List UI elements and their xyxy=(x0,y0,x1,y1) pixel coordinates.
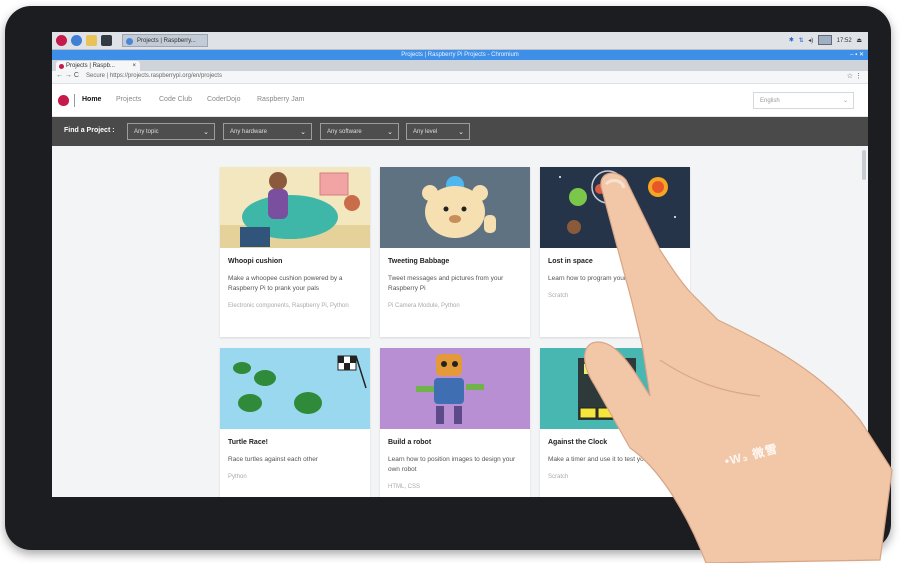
project-title[interactable]: Turtle Race! xyxy=(220,429,370,446)
project-tags: Scratch xyxy=(548,474,569,480)
project-title[interactable]: Against the Clock xyxy=(540,429,690,446)
project-image xyxy=(220,348,370,429)
project-title[interactable]: Build a robot xyxy=(380,429,530,446)
project-description: Make a timer and use it to test your fri… xyxy=(548,456,671,463)
url-field[interactable]: Secure | https://projects.raspberrypi.or… xyxy=(86,73,222,79)
screen: Projects | Raspberry... ✱ ⇅ ◂) 17:52 ⏏ P… xyxy=(52,32,868,497)
cpu-monitor-icon xyxy=(817,35,832,45)
project-tags: HTML, CSS xyxy=(388,484,421,490)
project-image xyxy=(380,348,530,429)
navigation-buttons[interactable]: ← → C xyxy=(56,72,79,79)
project-card[interactable]: Build a robot Learn how to position imag… xyxy=(380,348,530,497)
window-controls[interactable]: – ▪ ✕ xyxy=(850,50,864,60)
nav-projects[interactable]: Projects xyxy=(116,96,141,103)
software-dropdown[interactable]: Any software ⌄ xyxy=(320,123,399,140)
page-scrollbar[interactable] xyxy=(862,150,866,180)
project-tags: Electronic components, Raspberry Pi, Pyt… xyxy=(228,303,349,309)
window-title: Projects | Raspberry Pi Projects - Chrom… xyxy=(401,52,519,58)
project-image xyxy=(540,167,690,248)
file-manager-icon[interactable] xyxy=(86,35,97,46)
taskbar-window-label: Projects | Raspberry... xyxy=(137,38,196,44)
project-image xyxy=(220,167,370,248)
tab-label: Projects | Raspb... xyxy=(66,63,115,69)
system-tray: ✱ ⇅ ◂) 17:52 ⏏ xyxy=(789,35,862,45)
project-card[interactable]: Lost in space Learn how to program your … xyxy=(540,167,690,337)
project-description: Make a whoopee cushion powered by a Rasp… xyxy=(228,275,343,292)
chevron-down-icon: ⌄ xyxy=(842,98,848,104)
babbage-bear-illustration xyxy=(380,167,530,248)
project-tags: Scratch xyxy=(548,293,569,299)
raspberry-pi-logo-icon[interactable] xyxy=(58,95,69,106)
turtle-race-illustration xyxy=(220,348,370,429)
site-header: Home Projects Code Club CoderDojo Raspbe… xyxy=(52,84,868,117)
tab-close-icon[interactable]: × xyxy=(132,61,136,71)
software-dropdown-label: Any software xyxy=(327,129,362,135)
level-dropdown-label: Any level xyxy=(413,129,438,135)
browser-launcher-icon[interactable] xyxy=(71,35,82,46)
volume-icon[interactable]: ◂) xyxy=(808,38,813,44)
project-card[interactable]: Against the Clock Make a timer and use i… xyxy=(540,348,690,497)
hardware-dropdown-label: Any hardware xyxy=(230,129,268,135)
chromium-icon xyxy=(126,38,133,45)
logo-divider xyxy=(74,94,75,107)
project-tags: Python xyxy=(228,474,247,480)
browser-menu-icon[interactable]: ☆ ⋮ xyxy=(847,72,862,80)
hardware-dropdown[interactable]: Any hardware ⌄ xyxy=(223,123,312,140)
project-tags: Pi Camera Module, Python xyxy=(388,303,460,309)
clock-illustration xyxy=(540,348,690,429)
robot-illustration xyxy=(380,348,530,429)
level-dropdown[interactable]: Any level ⌄ xyxy=(406,123,470,140)
project-card[interactable]: Whoopi cushion Make a whoopee cushion po… xyxy=(220,167,370,337)
eject-icon[interactable]: ⏏ xyxy=(856,38,862,44)
project-title[interactable]: Lost in space xyxy=(540,248,690,265)
project-card[interactable]: Tweeting Babbage Tweet messages and pict… xyxy=(380,167,530,337)
project-title[interactable]: Whoopi cushion xyxy=(220,248,370,265)
whoopee-cushion-illustration xyxy=(220,172,370,248)
project-filter-bar: Find a Project : Any topic ⌄ Any hardwar… xyxy=(52,117,868,146)
taskbar-window-button[interactable]: Projects | Raspberry... xyxy=(122,34,208,47)
favicon-icon xyxy=(59,64,64,69)
terminal-icon[interactable] xyxy=(101,35,112,46)
topic-dropdown-label: Any topic xyxy=(134,129,159,135)
filter-title: Find a Project : xyxy=(64,127,115,134)
project-description: Learn how to program your own animations xyxy=(548,275,674,282)
chevron-down-icon: ⌄ xyxy=(458,129,464,136)
window-titlebar: Projects | Raspberry Pi Projects - Chrom… xyxy=(52,50,868,60)
desktop-taskbar: Projects | Raspberry... ✱ ⇅ ◂) 17:52 ⏏ xyxy=(52,32,868,50)
topic-dropdown[interactable]: Any topic ⌄ xyxy=(127,123,215,140)
project-description: Learn how to position images to design y… xyxy=(388,456,516,473)
project-image xyxy=(380,167,530,248)
nav-coderdojo[interactable]: CoderDojo xyxy=(207,96,240,103)
network-icon[interactable]: ⇅ xyxy=(799,38,804,44)
raspberry-menu-icon[interactable] xyxy=(56,35,67,46)
project-card[interactable]: Turtle Race! Race turtles against each o… xyxy=(220,348,370,497)
nav-home[interactable]: Home xyxy=(82,96,101,103)
browser-tab[interactable]: Projects | Raspb... × xyxy=(56,61,140,71)
browser-tab-bar: Projects | Raspb... × xyxy=(52,60,868,71)
nav-raspberry-jam[interactable]: Raspberry Jam xyxy=(257,96,304,103)
chevron-down-icon: ⌄ xyxy=(387,129,393,136)
project-description: Race turtles against each other xyxy=(228,456,318,463)
chevron-down-icon: ⌄ xyxy=(203,129,209,136)
language-select[interactable]: English ⌄ xyxy=(753,92,854,109)
project-image xyxy=(540,348,690,429)
chevron-down-icon: ⌄ xyxy=(300,129,306,136)
project-description: Tweet messages and pictures from your Ra… xyxy=(388,275,504,292)
nav-code-club[interactable]: Code Club xyxy=(159,96,192,103)
bluetooth-icon[interactable]: ✱ xyxy=(789,38,794,44)
clock: 17:52 xyxy=(836,37,852,44)
language-value: English xyxy=(760,98,780,104)
address-bar: ← → C Secure | https://projects.raspberr… xyxy=(52,71,868,84)
project-title[interactable]: Tweeting Babbage xyxy=(380,248,530,265)
space-illustration xyxy=(540,167,690,248)
